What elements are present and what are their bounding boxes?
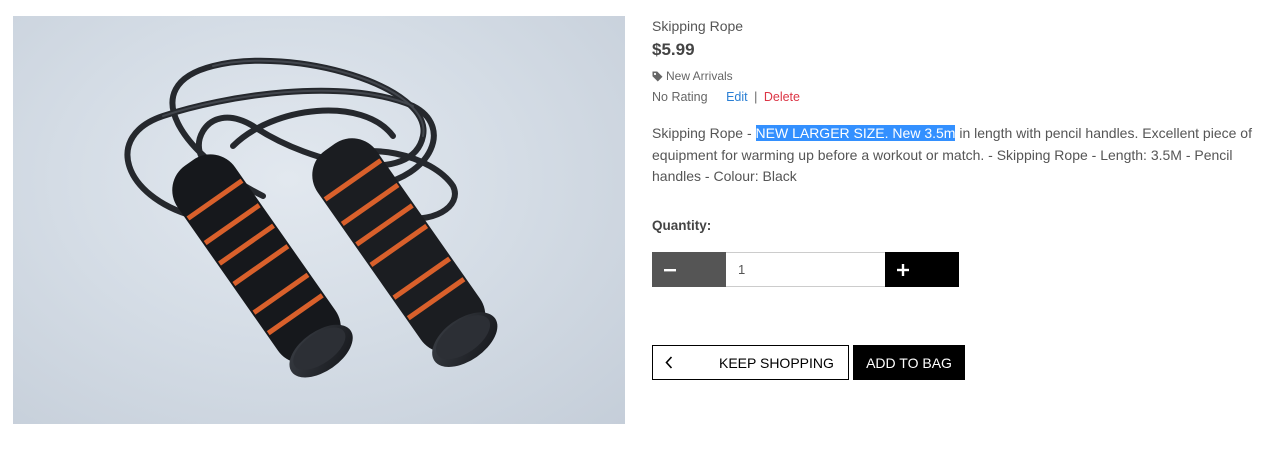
increment-button[interactable] — [885, 252, 959, 287]
rating-text: No Rating — [652, 90, 708, 104]
edit-link[interactable]: Edit — [726, 90, 748, 104]
link-separator: | — [754, 90, 758, 104]
delete-link[interactable]: Delete — [764, 90, 800, 104]
product-category[interactable]: New Arrivals — [652, 69, 733, 83]
plus-icon — [897, 263, 909, 276]
product-price: $5.99 — [652, 40, 695, 59]
category-label: New Arrivals — [666, 69, 733, 83]
quantity-label: Quantity: — [652, 218, 712, 233]
quantity-input[interactable] — [726, 252, 885, 287]
description-highlight: NEW LARGER SIZE. New 3.5m — [755, 125, 956, 141]
product-image — [13, 16, 625, 424]
quantity-stepper — [652, 252, 959, 287]
rating-row: No Rating Edit | Delete — [652, 90, 800, 104]
add-to-bag-button[interactable]: ADD TO BAG — [853, 345, 965, 380]
tag-icon — [652, 71, 663, 81]
product-description: Skipping Rope - NEW LARGER SIZE. New 3.5… — [652, 123, 1257, 188]
skipping-rope-photo — [124, 57, 498, 378]
description-prefix: Skipping Rope - — [652, 125, 756, 141]
decrement-button[interactable] — [652, 252, 726, 287]
product-name: Skipping Rope — [652, 18, 744, 34]
keep-shopping-label: KEEP SHOPPING — [719, 355, 834, 371]
minus-icon — [664, 268, 676, 271]
chevron-left-icon — [665, 356, 673, 369]
keep-shopping-button[interactable]: KEEP SHOPPING — [652, 345, 849, 380]
